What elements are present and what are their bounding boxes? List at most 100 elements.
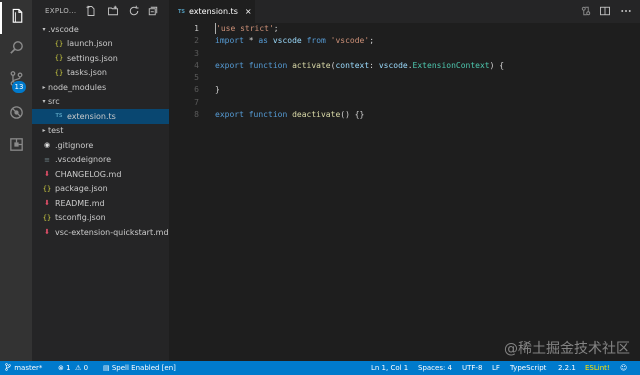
code-token: vscode — [378, 60, 408, 70]
code-token: 'use strict' — [216, 24, 274, 33]
chevron-right-icon[interactable]: ▸ — [40, 84, 48, 91]
more-actions-icon[interactable] — [620, 5, 632, 17]
tree-item[interactable]: ◉ .gitignore — [32, 138, 169, 153]
source-control-button[interactable]: 13 — [0, 64, 32, 96]
chevron-down-icon[interactable]: ▾ — [40, 26, 48, 33]
code-token: ; — [369, 36, 375, 46]
explorer-button[interactable] — [0, 2, 32, 34]
scm-badge: 13 — [12, 81, 26, 93]
code-line[interactable]: export function deactivate() {} — [215, 109, 504, 121]
tree-item[interactable]: ▸ test — [32, 124, 169, 139]
branch-status[interactable]: master* — [4, 361, 42, 375]
json-file-icon: {} — [54, 68, 64, 77]
tree-item-label: src — [48, 97, 60, 107]
code-editor[interactable]: 12345678 'use strict'; import * as vscode… — [169, 23, 640, 361]
git-branch-icon — [4, 363, 12, 372]
split-editor-icon[interactable] — [599, 5, 611, 17]
json-file-icon: {} — [54, 54, 64, 63]
line-number: 4 — [194, 60, 199, 70]
markdown-file-icon: ⬇ — [44, 228, 50, 237]
new-folder-icon[interactable] — [107, 5, 119, 17]
typescript-file-icon: TS — [55, 113, 63, 120]
tree-item-label: launch.json — [67, 39, 113, 49]
tree-item-label: test — [48, 126, 64, 136]
github-icon: ◉ — [43, 141, 51, 150]
json-file-icon: {} — [42, 213, 52, 222]
spell-status[interactable]: ▤ Spell Enabled [en] — [103, 361, 176, 375]
search-button[interactable] — [0, 33, 32, 65]
eol-status[interactable]: LF — [492, 361, 500, 375]
files-icon — [9, 8, 26, 28]
code-line[interactable]: export function activate(context: vscode… — [215, 60, 504, 72]
code-line[interactable] — [215, 72, 504, 84]
tree-item-label: .gitignore — [55, 140, 94, 150]
language-mode[interactable]: TypeScript — [510, 361, 546, 375]
branch-label: master* — [14, 364, 43, 372]
code-line[interactable]: 'use strict'; — [215, 23, 504, 35]
code-line[interactable] — [215, 48, 504, 60]
open-changes-icon[interactable] — [580, 5, 592, 17]
error-icon: ⊗ — [58, 364, 64, 372]
spell-check-icon: ▤ — [103, 364, 110, 372]
tree-item[interactable]: TS extension.ts — [32, 109, 169, 124]
tree-item[interactable]: {} launch.json — [32, 37, 169, 52]
tree-item[interactable]: {} tasks.json — [32, 66, 169, 81]
code-token: import — [215, 36, 244, 46]
tree-item[interactable]: ▸ node_modules — [32, 80, 169, 95]
code-token: export — [215, 60, 244, 70]
tree-item[interactable]: {} tsconfig.json — [32, 211, 169, 226]
code-token: 'vscode' — [330, 36, 370, 46]
tree-item-label: CHANGELOG.md — [55, 169, 122, 179]
feedback-smiley-icon[interactable]: ☺ — [620, 361, 627, 375]
tree-item-label: tsconfig.json — [55, 213, 106, 223]
tree-item-label: extension.ts — [67, 111, 116, 121]
new-file-icon[interactable] — [85, 5, 97, 17]
code-token: vscode — [272, 36, 302, 46]
code-token: from — [306, 36, 326, 46]
problems-status[interactable]: ⊗ 1 ⚠ 0 — [58, 361, 88, 375]
lines-file-icon: ≡ — [44, 155, 50, 164]
code-token: ExtensionContext — [412, 60, 490, 70]
tree-item[interactable]: ▾ src — [32, 95, 169, 110]
code-area[interactable]: 'use strict'; import * as vscode from 'vs… — [215, 23, 504, 121]
code-token: * — [243, 36, 259, 46]
tree-item[interactable]: ⬇ vsc-extension-quickstart.md — [32, 225, 169, 240]
line-number: 5 — [194, 73, 199, 83]
ts-version[interactable]: 2.2.1 — [558, 361, 576, 375]
line-number: 2 — [194, 36, 199, 46]
tree-item[interactable]: ▾ .vscode — [32, 22, 169, 37]
warning-count: 0 — [83, 364, 89, 372]
debug-button[interactable] — [0, 98, 32, 130]
code-token: context — [335, 60, 370, 70]
tab-extension-ts[interactable]: TS extension.ts × — [169, 0, 255, 23]
refresh-icon[interactable] — [128, 5, 140, 17]
line-number: 7 — [194, 97, 199, 107]
eslint-status[interactable]: ESLint! — [585, 361, 610, 375]
code-line[interactable]: } — [215, 84, 504, 96]
collapse-all-icon[interactable] — [147, 5, 159, 17]
code-line[interactable]: import * as vscode from 'vscode'; — [215, 35, 504, 47]
line-number-gutter: 1 2 3 4 5 6 7 8 — [169, 23, 205, 121]
chevron-right-icon[interactable]: ▸ — [40, 127, 48, 134]
tree-item[interactable]: {} settings.json — [32, 51, 169, 66]
search-icon — [8, 39, 25, 59]
encoding-status[interactable]: UTF-8 — [462, 361, 482, 375]
indentation-status[interactable]: Spaces: 4 — [418, 361, 452, 375]
code-line[interactable] — [215, 97, 504, 109]
tab-label: extension.ts — [189, 7, 238, 16]
cursor-position[interactable]: Ln 1, Col 1 — [371, 361, 408, 375]
code-token: function — [248, 110, 288, 120]
extensions-button[interactable] — [0, 130, 32, 162]
close-icon[interactable]: × — [245, 7, 252, 16]
tree-item[interactable]: ⬇ CHANGELOG.md — [32, 167, 169, 182]
tree-item[interactable]: {} package.json — [32, 182, 169, 197]
code-token: function — [248, 60, 288, 70]
extensions-icon — [8, 136, 25, 156]
tree-item-label: tasks.json — [67, 68, 107, 78]
line-number: 1 — [194, 24, 199, 33]
tree-item[interactable]: ⬇ README.md — [32, 196, 169, 211]
activity-bar: 13 — [0, 0, 32, 361]
chevron-down-icon[interactable]: ▾ — [40, 98, 48, 105]
tree-item[interactable]: ≡ .vscodeignore — [32, 153, 169, 168]
typescript-file-icon: TS — [178, 8, 186, 15]
